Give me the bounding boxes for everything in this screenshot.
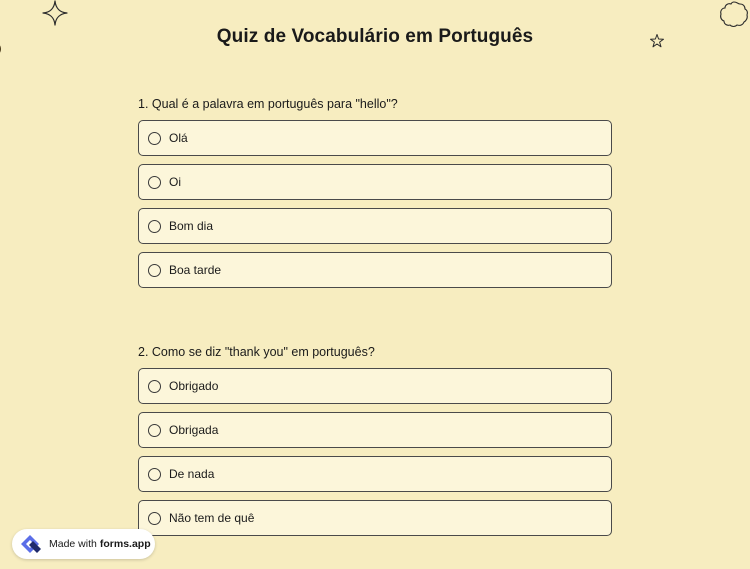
option-ola[interactable]: Olá: [138, 120, 612, 156]
option-oi[interactable]: Oi: [138, 164, 612, 200]
radio-button[interactable]: [148, 467, 161, 481]
option-nao-tem-de-que[interactable]: Não tem de quê: [138, 500, 612, 536]
radio-button[interactable]: [148, 263, 161, 277]
question-1: 1. Qual é a palavra em português para "h…: [138, 96, 612, 296]
sparkle-icon: [42, 0, 68, 26]
page-title: Quiz de Vocabulário em Português: [216, 26, 534, 47]
radio-button[interactable]: [148, 175, 161, 189]
option-bom-dia[interactable]: Bom dia: [138, 208, 612, 244]
radio-button[interactable]: [148, 219, 161, 233]
option-boa-tarde[interactable]: Boa tarde: [138, 252, 612, 288]
radio-button[interactable]: [148, 511, 161, 525]
question-text: 2. Como se diz "thank you" em português?: [138, 345, 375, 359]
forms-app-logo-icon: [21, 535, 41, 553]
option-obrigado[interactable]: Obrigado: [138, 368, 612, 404]
option-label: Obrigado: [169, 379, 219, 393]
option-label: Oi: [169, 175, 181, 189]
quiz-page: Quiz de Vocabulário em Português 1. Qual…: [0, 0, 750, 569]
option-label: Obrigada: [169, 423, 219, 437]
badge-prefix: Made with: [49, 538, 97, 550]
question-text: 1. Qual é a palavra em português para "h…: [138, 97, 398, 111]
radio-button[interactable]: [148, 379, 161, 393]
radio-button[interactable]: [148, 131, 161, 145]
flower-outline-icon: [720, 1, 748, 28]
made-with-forms-app-badge[interactable]: Made with forms.app: [12, 529, 155, 559]
option-label: De nada: [169, 467, 215, 481]
option-label: Boa tarde: [169, 263, 222, 277]
option-de-nada[interactable]: De nada: [138, 456, 612, 492]
option-obrigada[interactable]: Obrigada: [138, 412, 612, 448]
question-2: 2. Como se diz "thank you" em português?…: [138, 344, 612, 544]
badge-brand: forms.app: [99, 538, 151, 550]
radio-button[interactable]: [148, 423, 161, 437]
option-label: Bom dia: [169, 219, 214, 233]
option-label: Não tem de quê: [169, 511, 255, 525]
option-label: Olá: [169, 131, 188, 145]
